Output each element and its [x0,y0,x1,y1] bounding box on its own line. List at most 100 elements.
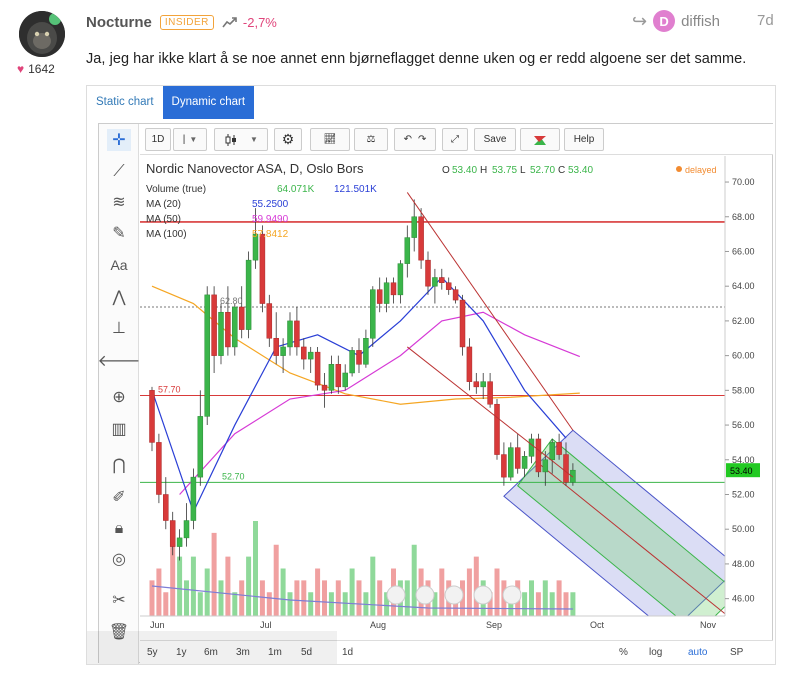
eye-icon[interactable]: ◎ [107,548,131,570]
volume-bar [273,544,279,616]
candle [218,311,224,356]
volume-bar [184,580,189,616]
interval-dropdown[interactable]: | ▼ [173,128,207,151]
candle [245,259,252,330]
volume-bar [349,568,355,616]
sp-toggle[interactable]: SP [730,647,743,658]
forum-post: ♥ 1642 Nocturne INSIDER -2,7% ↪ D diffish… [0,0,794,676]
candle [411,216,417,238]
x-tick-label: Aug [370,620,386,630]
post-header: Nocturne INSIDER -2,7% [86,12,277,32]
candle [459,299,466,348]
snapshot-button[interactable] [520,128,560,151]
redo-icon: ↷ [418,134,427,145]
candle [356,350,362,365]
candle [149,390,155,443]
indicator-value: 121.501K [334,184,377,195]
scroll-control [386,585,406,605]
fib-icon[interactable]: ≋ [107,191,131,213]
volume-bar [280,568,286,616]
lock-icon[interactable]: 🔒︎ [107,518,131,540]
volume-bar [287,592,293,616]
auto-toggle[interactable]: auto [688,647,707,658]
zoom-icon[interactable]: ⊕ [107,386,131,408]
performance: -2,7% [222,15,277,30]
volume-bar [439,568,445,616]
status-label: delayed [685,165,717,175]
volume-bar [404,580,410,616]
volume-bar [328,592,334,616]
candle [383,282,390,304]
chevron-down-icon: ▼ [189,135,198,144]
range-1d[interactable]: 1d [342,647,353,658]
y-tick-label: 64.00 [732,281,755,291]
volume-bar [170,544,176,616]
magnet-icon[interactable]: ⋂ [107,454,131,476]
ohlc-value: 53.75 [492,165,517,176]
undo-redo-button[interactable]: ↶ ↷ [394,128,436,151]
y-tick-label: 62.00 [732,316,755,326]
crosshair-icon[interactable]: ✛ [107,129,131,151]
arrow-left-icon[interactable]: 🡐 [98,349,141,371]
reply-to[interactable]: ↪ D diffish [632,10,720,32]
volume-bar [356,580,362,616]
ohlc-key: L [520,165,526,176]
candle [266,303,273,339]
y-tick-label: 60.00 [732,351,755,361]
volume-bar [522,592,528,616]
x-tick-label: Oct [590,620,605,630]
chart-type-button[interactable]: ▼ [214,128,268,151]
performance-value: -2,7% [242,14,277,30]
volume-bar [370,556,376,616]
tools-icon[interactable]: ✂ [107,589,131,611]
candle [349,350,355,374]
y-tick-label: 50.00 [732,524,755,534]
candle [514,447,521,469]
volume-bar [563,592,569,616]
tab-dynamic-chart[interactable]: Dynamic chart [162,86,255,119]
candle [535,438,542,473]
indicators-button[interactable]: 📈︎ [310,128,350,151]
volume-bar [190,556,196,616]
reply-avatar[interactable]: D [653,10,676,32]
fullscreen-button[interactable]: ⤢ [442,128,468,151]
tab-static-chart[interactable]: Static chart [87,86,163,119]
percent-toggle[interactable]: % [619,647,628,658]
candle [542,459,549,473]
avatar[interactable] [19,11,65,57]
post-age: 7d [757,12,774,29]
heart-icon[interactable]: ♥ [17,62,24,76]
save-button[interactable]: Save [474,128,516,151]
candle [480,381,486,388]
price-chart[interactable]: 57.7052.7062.8046.0048.0050.0052.0054.00… [140,156,773,640]
candle [225,311,231,348]
hline-label: 57.70 [158,385,181,395]
brush-icon[interactable]: ✎ [107,222,131,244]
settings-button[interactable]: ⚙ [274,128,302,151]
username[interactable]: Nocturne [86,14,152,31]
measure-icon[interactable]: ⊥ [107,317,131,339]
gear-icon: ⚙ [281,131,295,147]
pencil-icon[interactable]: ✐ [107,486,131,508]
candle [563,454,569,483]
volume-bar [218,580,224,616]
interval-button[interactable]: 1D [145,128,171,151]
chart-tabs: Static chart Dynamic chart [87,86,255,119]
x-tick-label: Jun [150,620,165,630]
help-button[interactable]: Help [564,128,604,151]
undo-icon: ↶ [403,134,412,145]
y-tick-label: 66.00 [732,246,755,256]
chart-frame: ✛ ⟋ ≋ ✎ Aa ⋀ ⊥ 🡐 ⊕ ▥ ⋂ ✐ 🔒︎ ◎ ✂ 🗑︎ 1D | ▼ [98,123,773,664]
reply-arrow-icon: ↪ [632,10,648,31]
compare-button[interactable]: ⚖ [354,128,388,151]
ruler-icon[interactable]: ▥ [107,418,131,440]
trendline-icon[interactable]: ⟋ [107,161,131,183]
candle [363,338,369,365]
text-icon[interactable]: Aa [107,254,131,276]
candle [287,320,293,348]
fullscreen-icon: ⤢ [451,134,459,145]
candle [307,351,314,360]
reply-username[interactable]: diffish [681,13,720,30]
log-toggle[interactable]: log [649,647,662,658]
pattern-icon[interactable]: ⋀ [107,286,131,308]
